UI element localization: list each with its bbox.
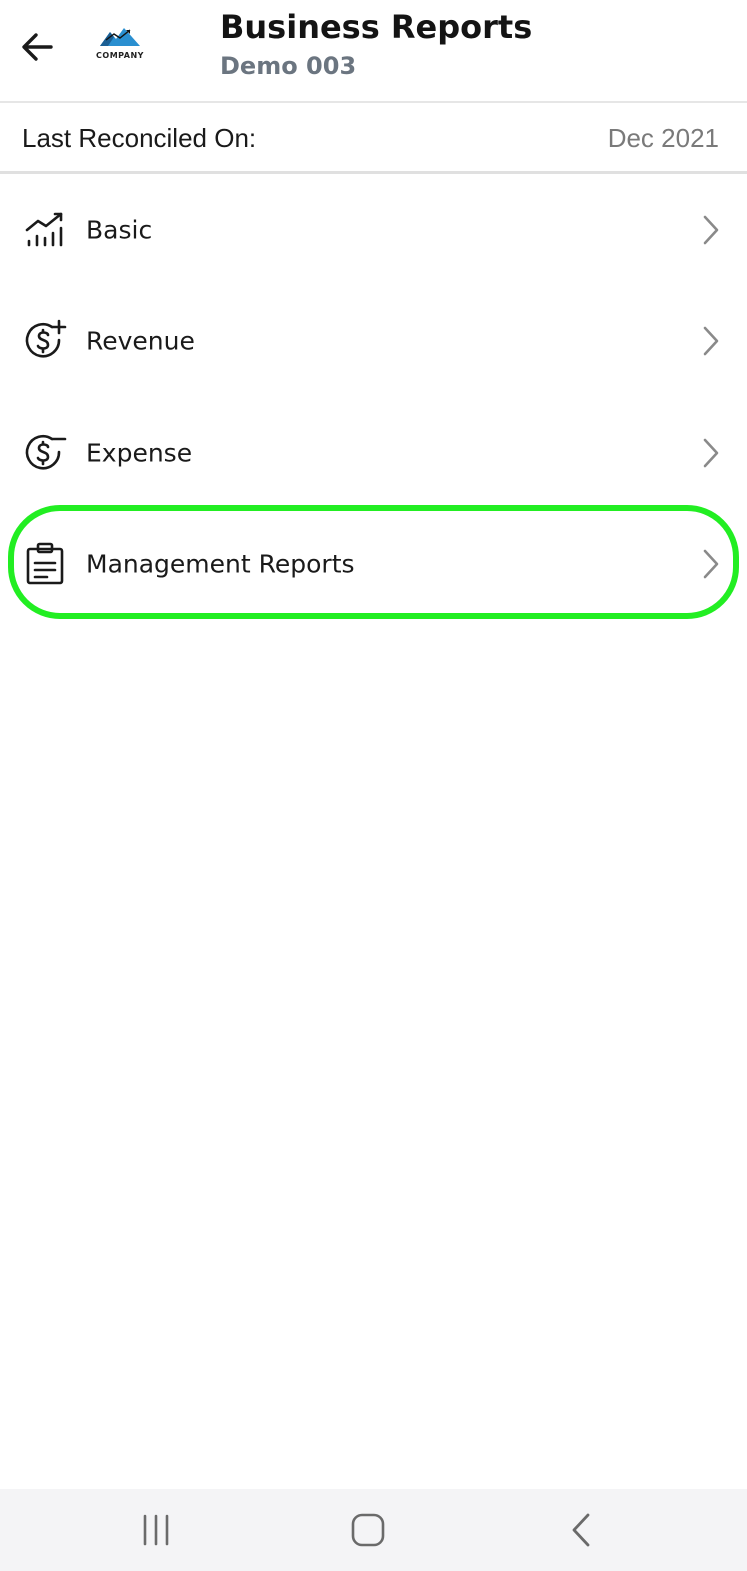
page-title: Business Reports (220, 8, 533, 46)
chevron-right-icon (703, 326, 719, 356)
back-button[interactable] (14, 24, 60, 70)
logo-text: COMPANY (96, 51, 144, 60)
reconciled-value: Dec 2021 (607, 123, 719, 153)
menu-item-management-reports[interactable]: Management Reports (0, 509, 747, 621)
chevron-right-icon (703, 549, 719, 579)
menu-item-revenue[interactable]: Revenue (0, 286, 747, 398)
menu-label-basic: Basic (86, 215, 153, 245)
reconciliation-bar: Last Reconciled On: Dec 2021 (0, 103, 747, 174)
recent-apps-icon (143, 1514, 169, 1546)
system-navigation-bar (0, 1489, 747, 1571)
home-button[interactable] (338, 1505, 398, 1555)
bar-chart-trend-icon (25, 212, 63, 247)
reconciled-label: Last Reconciled On: (22, 123, 257, 153)
logo-tagline (92, 60, 148, 64)
menu-label-expense: Expense (86, 438, 193, 468)
chevron-right-icon (703, 215, 719, 245)
recent-apps-button[interactable] (126, 1505, 186, 1555)
menu-label-revenue: Revenue (86, 326, 195, 356)
company-logo: COMPANY (92, 24, 148, 68)
menu-item-expense[interactable]: Expense (0, 397, 747, 509)
back-icon (572, 1513, 590, 1547)
clipboard-icon (26, 542, 64, 585)
chevron-right-icon (703, 438, 719, 468)
app-header: COMPANY Business Reports Demo 003 (0, 0, 747, 103)
menu-item-basic[interactable]: Basic (0, 174, 747, 286)
system-back-button[interactable] (552, 1505, 612, 1555)
menu-label-management-reports: Management Reports (86, 549, 355, 579)
dollar-plus-icon (25, 319, 67, 358)
home-icon (351, 1513, 385, 1547)
mountain-logo-icon (100, 28, 140, 46)
company-subtitle: Demo 003 (220, 52, 357, 80)
arrow-left-icon (22, 33, 53, 61)
dollar-minus-icon (25, 434, 67, 470)
reports-menu: Basic Revenue Expense Management Reports (0, 174, 747, 620)
